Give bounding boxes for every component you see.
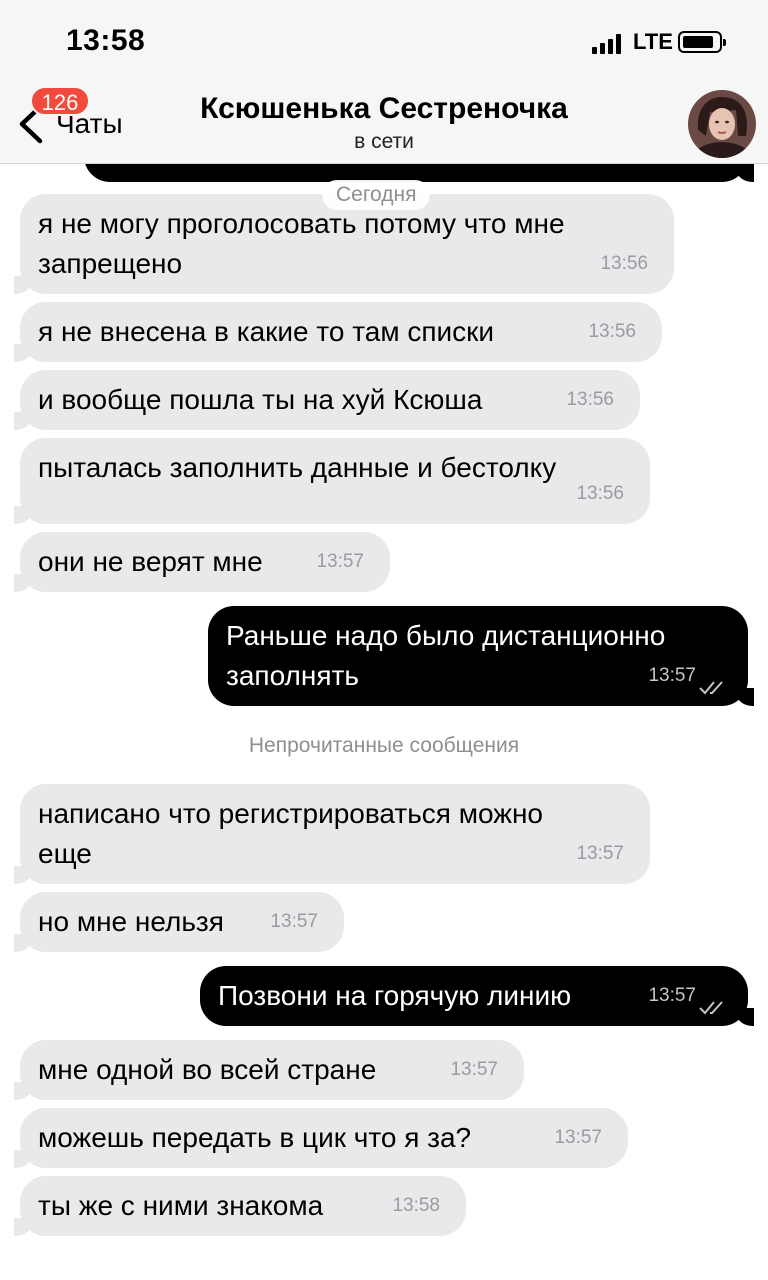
message-bubble-incoming[interactable]: написано что регистрироваться можно еще …	[14, 784, 650, 884]
message-text: еще	[38, 838, 92, 869]
message-text: ты же с ними знакома	[38, 1190, 324, 1221]
message-time: 13:57	[576, 843, 624, 864]
message-text: можешь передать в цик что я за?	[38, 1122, 472, 1153]
network-type: LTE	[633, 29, 673, 54]
message-time: 13:58	[392, 1195, 440, 1216]
message-time: 13:57	[648, 665, 696, 686]
message-bubble-incoming[interactable]: пыталась заполнить данные и бестолку 13:…	[14, 438, 650, 524]
message-text: Раньше надо было дистанционно	[226, 620, 666, 651]
message-text: запрещено	[38, 248, 183, 279]
message-bubble-incoming[interactable]: мне одной во всей стране 13:57	[14, 1040, 524, 1100]
message-time: 13:56	[566, 389, 614, 410]
message-time: 13:57	[554, 1127, 602, 1148]
message-bubble-outgoing[interactable]: Раньше надо было дистанционно заполнять …	[208, 606, 754, 706]
message-text: я не могу проголосовать потому что мне	[38, 208, 565, 239]
signal-icon	[592, 34, 624, 54]
status-bar: 13:58 LTE	[0, 0, 768, 82]
message-bubble-incoming[interactable]: и вообще пошла ты на хуй Ксюша 13:56	[14, 370, 640, 430]
double-check-icon	[699, 1001, 723, 1015]
battery-icon	[678, 31, 726, 53]
message-bubble-incoming[interactable]: но мне нельзя 13:57	[14, 892, 344, 952]
message-time: 13:56	[576, 483, 624, 504]
message-bubble-incoming[interactable]: ты же с ними знакома 13:58	[14, 1176, 466, 1236]
message-text: я не внесена в какие то там списки	[38, 316, 495, 347]
message-list[interactable]: Сегодня я не могу проголосовать потому ч…	[0, 164, 768, 1280]
message-bubble-outgoing[interactable]: Позвони на горячую линию 13:57	[200, 966, 754, 1026]
online-status: в сети	[354, 130, 414, 153]
status-time: 13:58	[66, 24, 146, 57]
message-text: написано что регистрироваться можно	[38, 798, 543, 829]
avatar[interactable]	[688, 90, 756, 158]
back-button[interactable]: Чаты 126	[8, 82, 148, 164]
unread-messages-divider: Непрочитанные сообщения	[248, 734, 520, 757]
message-text: мне одной во всей стране	[38, 1054, 377, 1085]
message-time: 13:57	[270, 911, 318, 932]
unread-count-badge: 126	[30, 86, 90, 116]
message-time: 13:57	[648, 985, 696, 1006]
double-check-icon	[699, 681, 723, 695]
message-time: 13:56	[588, 321, 636, 342]
message-bubble-incoming[interactable]: они не верят мне 13:57	[14, 532, 390, 592]
message-bubble-incoming[interactable]: я не внесена в какие то там списки 13:56	[14, 302, 662, 362]
message-bubble-incoming[interactable]: можешь передать в цик что я за? 13:57	[14, 1108, 628, 1168]
message-time: 13:56	[600, 253, 648, 274]
chat-title[interactable]: Ксюшенька Сестреночка	[150, 92, 618, 126]
message-text: пыталась заполнить данные и бестолку	[38, 452, 557, 483]
date-divider: Сегодня	[322, 180, 431, 210]
message-time: 13:57	[450, 1059, 498, 1080]
message-text: и вообще пошла ты на хуй Ксюша	[38, 384, 483, 415]
chat-header: Чаты 126 Ксюшенька Сестреночка в сети	[0, 82, 768, 164]
message-time: 13:57	[316, 551, 364, 572]
